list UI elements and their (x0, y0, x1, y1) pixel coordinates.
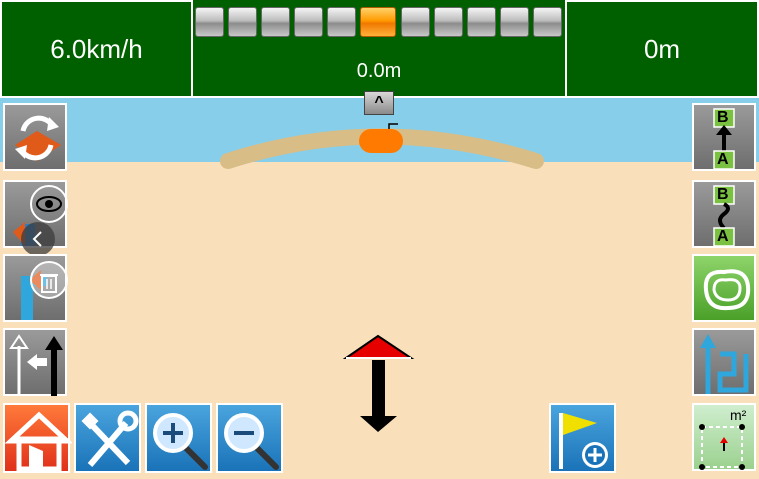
point-a-label: A (717, 228, 729, 245)
side-panel-toggle-button[interactable] (21, 222, 55, 256)
serpentine-icon (700, 334, 749, 394)
ab-curve-line-button[interactable]: B A (692, 180, 756, 248)
lightbar-segment (401, 7, 430, 37)
lightbar-segment (533, 7, 562, 37)
lightbar-segment (261, 7, 290, 37)
point-a-label: A (717, 151, 729, 168)
implement-marker (388, 123, 398, 129)
zoom-out-button[interactable] (216, 403, 283, 473)
cross-track-offset: 0.0m (356, 60, 402, 82)
boundary-icon (703, 269, 751, 311)
zoom-in-icon (153, 413, 208, 470)
wrench-screwdriver-icon (81, 410, 139, 467)
lightbar-segment (500, 7, 529, 37)
lightbar-segment (434, 7, 463, 37)
lightbar-segment (228, 7, 257, 37)
point-b-label: B (717, 186, 729, 203)
implement-icon (359, 129, 403, 153)
flag-add-icon (559, 413, 608, 469)
boundary-button[interactable] (692, 254, 756, 322)
zoom-in-button[interactable] (145, 403, 212, 473)
trash-icon (21, 261, 68, 320)
zoom-out-icon (224, 413, 279, 470)
shift-line-icon (9, 334, 63, 396)
area-unit-label: m² (730, 407, 747, 423)
delete-button[interactable] (3, 254, 68, 322)
lightbar-segment-active (360, 7, 396, 37)
home-icon (5, 411, 72, 472)
lightbar (193, 7, 565, 39)
point-b-label: B (717, 109, 729, 126)
settings-button[interactable] (74, 403, 141, 473)
speed-value: 6.0km/h (50, 33, 143, 64)
lightbar-segment (467, 7, 496, 37)
lightbar-segment (294, 7, 323, 37)
sync-icon (15, 115, 61, 161)
ab-straight-line-button[interactable]: B A (692, 103, 756, 171)
lightbar-panel: 0.0m (193, 0, 565, 98)
chevron-left-icon (32, 231, 42, 247)
shift-line-button[interactable] (3, 328, 67, 396)
collapse-toolbar-button[interactable]: ^ (364, 91, 394, 115)
distance-value: 0m (643, 33, 681, 64)
speed-display: 6.0km/h (0, 0, 193, 98)
home-button[interactable] (3, 403, 72, 473)
lightbar-segment (195, 7, 224, 37)
add-flag-button[interactable] (549, 403, 616, 473)
distance-display: 0m (565, 0, 759, 98)
area-measure-icon (699, 424, 745, 470)
area-button[interactable]: m² (692, 403, 756, 471)
pattern-button[interactable] (692, 328, 756, 396)
sync-button[interactable] (3, 103, 67, 171)
tractor-arrow-icon (342, 334, 415, 432)
lightbar-segment (327, 7, 356, 37)
